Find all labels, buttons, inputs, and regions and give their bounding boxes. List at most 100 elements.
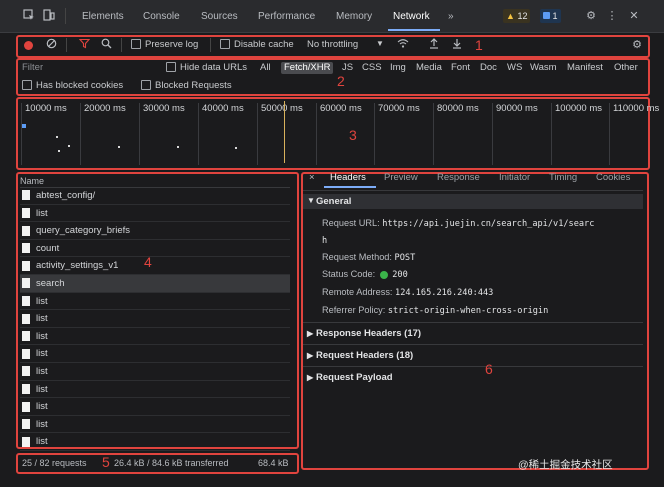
has-blocked-cookies-checkbox[interactable]: Has blocked cookies (22, 80, 123, 91)
clear-icon[interactable] (44, 38, 58, 52)
referrer-policy-value[interactable]: strict-origin-when-cross-origin (388, 306, 548, 316)
search-icon[interactable] (99, 38, 113, 52)
request-row[interactable]: list (20, 328, 290, 346)
timeline-tick-label: 30000 ms (143, 103, 185, 114)
checkbox-box[interactable] (220, 39, 230, 50)
type-filter-img[interactable]: Img (390, 62, 406, 74)
timeline-dot (56, 136, 58, 138)
timeline-gridline (21, 103, 22, 165)
type-filter-wasm[interactable]: Wasm (530, 62, 557, 74)
request-row[interactable]: query_category_briefs (20, 222, 290, 240)
tab-elements[interactable]: Elements (82, 10, 124, 24)
export-har-icon[interactable] (450, 38, 464, 52)
request-row[interactable]: list (20, 293, 290, 311)
response-headers-section[interactable]: Response Headers (17) (316, 328, 421, 339)
type-filter-manifest[interactable]: Manifest (567, 62, 603, 74)
type-filter-media[interactable]: Media (416, 62, 442, 74)
request-row[interactable]: search (20, 275, 290, 293)
request-row[interactable]: list (20, 416, 290, 434)
tab-memory[interactable]: Memory (336, 10, 372, 24)
request-row[interactable]: list (20, 398, 290, 416)
request-name: query_category_briefs (36, 225, 130, 237)
request-row[interactable]: list (20, 433, 290, 451)
disable-cache-checkbox[interactable]: Disable cache (220, 39, 294, 50)
general-section-title: General (316, 196, 352, 207)
import-har-icon[interactable] (427, 38, 441, 52)
type-filter-all[interactable]: All (260, 62, 271, 74)
close-devtools-icon[interactable]: ✕ (627, 9, 641, 23)
request-row[interactable]: list (20, 345, 290, 363)
more-tabs-button[interactable]: » (448, 10, 454, 24)
type-filter-doc[interactable]: Doc (480, 62, 497, 74)
type-filter-fetch-xhr[interactable]: Fetch/XHR (281, 62, 334, 74)
type-filter-other[interactable]: Other (614, 62, 638, 74)
checkbox-box[interactable] (166, 62, 176, 73)
hide-data-urls-checkbox[interactable]: Hide data URLs (166, 62, 247, 73)
request-payload-section[interactable]: Request Payload (316, 372, 393, 383)
document-icon (22, 436, 30, 447)
tab-performance[interactable]: Performance (258, 10, 315, 24)
request-row[interactable]: activity_settings_v1 (20, 257, 290, 275)
timeline-gridline (316, 103, 317, 165)
request-row[interactable]: list (20, 363, 290, 381)
annotation-number-6: 6 (485, 361, 493, 377)
tab-timing[interactable]: Timing (549, 172, 577, 184)
remote-address-label: Remote Address: (322, 287, 393, 297)
record-icon[interactable] (24, 41, 33, 50)
request-url-value-continued[interactable]: h (322, 236, 327, 246)
tab-network[interactable]: Network (393, 10, 430, 24)
network-conditions-wifi-icon[interactable] (396, 38, 410, 52)
type-filter-ws[interactable]: WS (507, 62, 522, 74)
request-row[interactable]: list (20, 381, 290, 399)
request-row[interactable]: count (20, 240, 290, 258)
network-settings-gear-icon[interactable]: ⚙ (630, 38, 644, 52)
checkbox-box[interactable] (131, 39, 141, 50)
request-row[interactable]: list (20, 310, 290, 328)
remote-address-value[interactable]: 124.165.216.240:443 (395, 288, 493, 298)
document-icon (22, 243, 30, 254)
checkbox-box[interactable] (141, 80, 151, 91)
info-badge[interactable]: 1 (540, 9, 561, 23)
request-row[interactable]: list (20, 205, 290, 223)
hide-data-urls-label: Hide data URLs (180, 62, 248, 73)
chevron-down-icon[interactable]: ▼ (376, 39, 384, 48)
document-icon (22, 313, 30, 324)
filter-input[interactable]: Filter (22, 62, 43, 73)
close-details-button[interactable]: × (309, 172, 315, 184)
tab-sources[interactable]: Sources (201, 10, 238, 24)
tab-cookies[interactable]: Cookies (596, 172, 630, 184)
type-filter-font[interactable]: Font (451, 62, 470, 74)
tab-console[interactable]: Console (143, 10, 180, 24)
type-filter-css[interactable]: CSS (362, 62, 382, 74)
tab-preview[interactable]: Preview (384, 172, 418, 184)
general-section-header[interactable] (303, 194, 643, 209)
inspect-element-icon[interactable] (22, 9, 36, 23)
warnings-badge[interactable]: ▲ 12 (503, 9, 531, 23)
settings-gear-icon[interactable]: ⚙ (584, 9, 598, 23)
timeline-gridline (551, 103, 552, 165)
preserve-log-checkbox[interactable]: Preserve log (131, 39, 198, 50)
request-url-row: Request URL: https://api.juejin.cn/searc… (322, 217, 594, 230)
request-name: list (36, 295, 48, 307)
request-headers-section[interactable]: Request Headers (18) (316, 350, 413, 361)
annotation-number-4: 4 (144, 254, 152, 270)
blocked-requests-checkbox[interactable]: Blocked Requests (141, 80, 232, 91)
status-code-value[interactable]: 200 (392, 270, 408, 280)
more-options-icon[interactable]: ⋮ (605, 9, 619, 23)
device-toolbar-icon[interactable] (42, 9, 56, 23)
tab-initiator[interactable]: Initiator (499, 172, 530, 184)
document-icon (22, 384, 30, 395)
checkbox-box[interactable] (22, 80, 32, 91)
request-method-row: Request Method: POST (322, 251, 415, 264)
filter-icon[interactable] (77, 38, 91, 52)
request-url-value[interactable]: https://api.juejin.cn/search_api/v1/sear… (382, 219, 594, 229)
name-header-label: Name (20, 176, 45, 186)
tab-response[interactable]: Response (437, 172, 480, 184)
tab-headers[interactable]: Headers (330, 172, 366, 184)
watermark: @稀土掘金技术社区 (518, 459, 613, 471)
request-method-value[interactable]: POST (395, 253, 416, 263)
caret-right-icon: ▶ (307, 351, 314, 360)
request-row[interactable]: abtest_config/ (20, 187, 290, 205)
throttling-select[interactable]: No throttling (307, 39, 358, 50)
disable-cache-label: Disable cache (234, 39, 294, 50)
